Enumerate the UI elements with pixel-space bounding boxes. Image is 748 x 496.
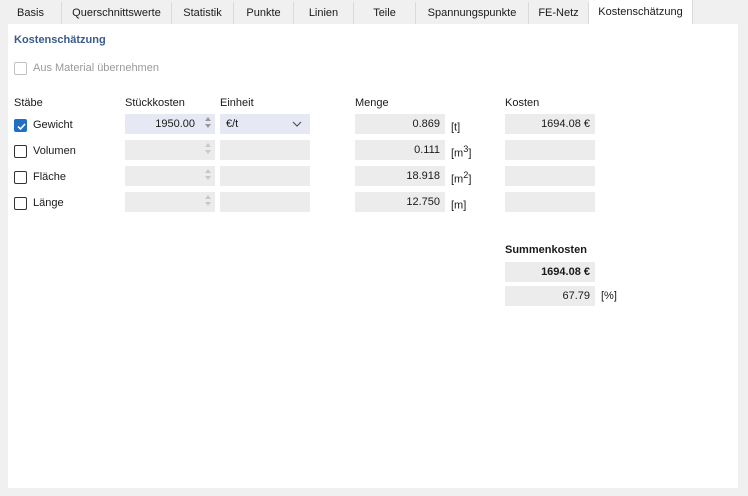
summenkosten-percent-field: 67.79 — [505, 286, 595, 306]
laenge-menge-field: 12.750 — [355, 192, 445, 212]
percent-unit: [%] — [601, 290, 617, 302]
laenge-unit: [m] — [451, 199, 467, 212]
header-einheit: Einheit — [220, 97, 254, 109]
tab-fe-netz[interactable]: FE-Netz — [529, 2, 589, 24]
flaeche-checkbox[interactable] — [14, 171, 27, 184]
summenkosten-total-field: 1694.08 € — [505, 262, 595, 282]
volumen-checkbox[interactable] — [14, 145, 27, 158]
spinner-icon — [205, 169, 211, 180]
tab-spannungspunkte[interactable]: Spannungspunkte — [416, 2, 529, 24]
chevron-down-icon — [292, 121, 302, 127]
flaeche-label: Fläche — [33, 171, 67, 183]
tab-querschnittswerte[interactable]: Querschnittswerte — [62, 2, 172, 24]
flaeche-stueckkosten-input — [125, 166, 215, 186]
gewicht-label: Gewicht — [33, 119, 73, 131]
tab-linien[interactable]: Linien — [294, 2, 354, 24]
checkmark-icon — [17, 123, 26, 131]
tab-statistik[interactable]: Statistik — [172, 2, 234, 24]
spinner-icon[interactable] — [205, 117, 211, 128]
laenge-einheit-field — [220, 192, 310, 212]
flaeche-kosten-field — [505, 166, 595, 186]
material-checkbox-label: Aus Material übernehmen — [33, 62, 159, 74]
gewicht-stueckkosten-input[interactable]: 1950.00 — [125, 114, 215, 134]
volumen-label: Volumen — [33, 145, 76, 157]
gewicht-menge-field: 0.869 — [355, 114, 445, 134]
cost-estimation-panel: Kostenschätzung Aus Material übernehmen … — [8, 24, 738, 488]
tab-kostenschaetzung[interactable]: Kostenschätzung — [589, 0, 693, 24]
gewicht-checkbox[interactable] — [14, 119, 27, 132]
tab-basis[interactable]: Basis — [0, 2, 62, 24]
volumen-menge-field: 0.111 — [355, 140, 445, 160]
tab-bar: Basis Querschnittswerte Statistik Punkte… — [0, 0, 748, 24]
volumen-einheit-field — [220, 140, 310, 160]
volumen-stueckkosten-input — [125, 140, 215, 160]
volumen-unit: [m3] — [451, 144, 472, 160]
header-staebe: Stäbe — [14, 97, 43, 109]
tab-teile[interactable]: Teile — [354, 2, 416, 24]
flaeche-unit: [m2] — [451, 170, 472, 186]
spinner-icon — [205, 195, 211, 206]
flaeche-einheit-field — [220, 166, 310, 186]
section-title: Kostenschätzung — [14, 34, 106, 46]
flaeche-menge-field: 18.918 — [355, 166, 445, 186]
gewicht-einheit-value: €/t — [226, 118, 239, 130]
laenge-label: Länge — [33, 197, 64, 209]
laenge-checkbox[interactable] — [14, 197, 27, 210]
laenge-stueckkosten-input — [125, 192, 215, 212]
gewicht-kosten-field: 1694.08 € — [505, 114, 595, 134]
gewicht-stueckkosten-value: 1950.00 — [155, 118, 195, 130]
gewicht-einheit-select[interactable]: €/t — [220, 114, 310, 134]
header-kosten: Kosten — [505, 97, 540, 109]
header-stueckkosten: Stückkosten — [125, 97, 185, 109]
summenkosten-title: Summenkosten — [505, 244, 587, 256]
volumen-kosten-field — [505, 140, 595, 160]
tab-punkte[interactable]: Punkte — [234, 2, 294, 24]
laenge-kosten-field — [505, 192, 595, 212]
spinner-icon — [205, 143, 211, 154]
gewicht-unit: [t] — [451, 121, 461, 134]
material-checkbox[interactable] — [14, 62, 27, 75]
header-menge: Menge — [355, 97, 389, 109]
